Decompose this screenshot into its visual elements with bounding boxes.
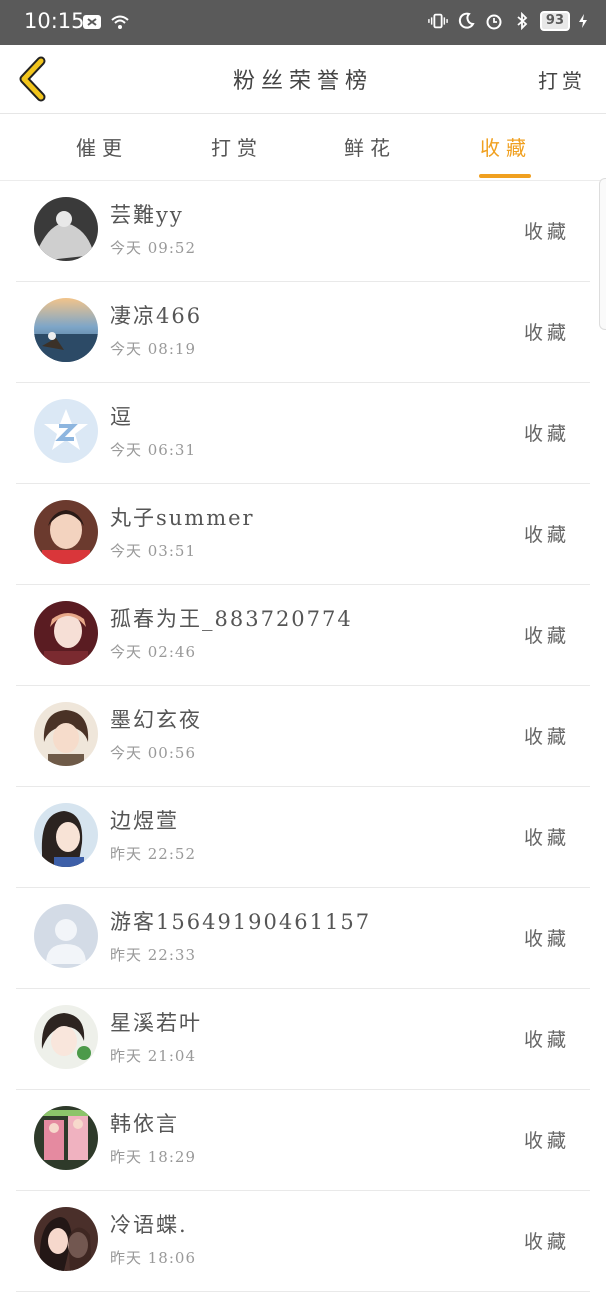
list-item[interactable]: 丸子summer 今天 03:51 收藏 (16, 484, 590, 585)
collect-label: 收藏 (523, 322, 570, 344)
avatar[interactable] (34, 1207, 98, 1271)
user-name: 丸子summer (110, 506, 255, 530)
bluetooth-icon (512, 11, 532, 31)
user-name: 冷语蝶. (110, 1213, 188, 1237)
list-item[interactable]: 芸難yy 今天 09:52 收藏 (16, 181, 590, 282)
alarm-icon (484, 11, 504, 31)
collect-label: 收藏 (523, 1231, 570, 1253)
status-time: 10:15 (24, 9, 85, 33)
timestamp: 昨天 22:33 (110, 946, 196, 964)
avatar[interactable] (34, 1106, 98, 1170)
app-header: 粉丝荣誉榜 打赏 (0, 45, 606, 114)
list-item[interactable]: 边煜萱 昨天 22:52 收藏 (16, 787, 590, 888)
timestamp: 昨天 18:29 (110, 1148, 196, 1166)
charging-icon (578, 11, 588, 31)
avatar[interactable] (34, 904, 98, 968)
avatar[interactable] (34, 197, 98, 261)
vibrate-icon (428, 11, 448, 31)
avatar[interactable] (34, 500, 98, 564)
collect-label: 收藏 (523, 221, 570, 243)
collect-label: 收藏 (523, 928, 570, 950)
collect-label: 收藏 (523, 1029, 570, 1051)
timestamp: 今天 09:52 (110, 239, 196, 257)
fan-list: 芸難yy 今天 09:52 收藏 凄凉466 今天 08:19 收藏 逗 今天 … (0, 181, 606, 1292)
user-name: 韩依言 (110, 1112, 179, 1136)
timestamp: 今天 06:31 (110, 441, 196, 459)
timestamp: 昨天 22:52 (110, 845, 196, 863)
timestamp: 今天 00:56 (110, 744, 196, 762)
timestamp: 今天 08:19 (110, 340, 196, 358)
list-item[interactable]: 韩依言 昨天 18:29 收藏 (16, 1090, 590, 1191)
user-name: 星溪若叶 (110, 1011, 202, 1035)
list-item[interactable]: 凄凉466 今天 08:19 收藏 (16, 282, 590, 383)
user-name: 墨幻玄夜 (110, 708, 202, 732)
tip-button[interactable]: 打赏 (538, 65, 586, 94)
collect-label: 收藏 (523, 423, 570, 445)
avatar[interactable] (34, 1005, 98, 1069)
list-item[interactable]: 冷语蝶. 昨天 18:06 收藏 (16, 1191, 590, 1292)
collect-label: 收藏 (523, 726, 570, 748)
user-name: 逗 (110, 405, 133, 429)
user-name: 芸難yy (110, 203, 184, 227)
collect-label: 收藏 (523, 524, 570, 546)
timestamp: 昨天 18:06 (110, 1249, 196, 1267)
user-name: 凄凉466 (110, 304, 203, 328)
timestamp: 昨天 21:04 (110, 1047, 196, 1065)
status-bar: 10:15 93 (0, 0, 606, 45)
list-item[interactable]: 星溪若叶 昨天 21:04 收藏 (16, 989, 590, 1090)
avatar[interactable] (34, 298, 98, 362)
list-item[interactable]: 逗 今天 06:31 收藏 (16, 383, 590, 484)
user-name: 游客15649190461157 (110, 910, 372, 934)
collect-label: 收藏 (523, 827, 570, 849)
tab-tip[interactable]: 打赏 (197, 132, 277, 161)
wifi-icon (110, 12, 130, 32)
collect-label: 收藏 (523, 1130, 570, 1152)
list-item[interactable]: 孤春为王_883720774 今天 02:46 收藏 (16, 585, 590, 686)
tab-collect[interactable]: 收藏 (466, 132, 546, 161)
avatar[interactable] (34, 399, 98, 463)
list-item[interactable]: 游客15649190461157 昨天 22:33 收藏 (16, 888, 590, 989)
page-title: 粉丝荣誉榜 (232, 69, 373, 94)
user-name: 边煜萱 (110, 809, 179, 833)
avatar[interactable] (34, 803, 98, 867)
avatar[interactable] (34, 702, 98, 766)
timestamp: 今天 03:51 (110, 542, 196, 560)
user-name: 孤春为王_883720774 (110, 607, 353, 631)
timestamp: 今天 02:46 (110, 643, 196, 661)
list-item[interactable]: 墨幻玄夜 今天 00:56 收藏 (16, 686, 590, 787)
battery-icon: 93 (539, 11, 570, 31)
tab-flowers[interactable]: 鲜花 (330, 132, 410, 161)
active-tab-indicator (479, 174, 531, 178)
message-icon (82, 12, 102, 32)
moon-icon (456, 11, 476, 31)
avatar[interactable] (34, 601, 98, 665)
tab-urge[interactable]: 催更 (62, 132, 142, 161)
collect-label: 收藏 (523, 625, 570, 647)
tab-bar: 催更 打赏 鲜花 收藏 (0, 114, 606, 181)
